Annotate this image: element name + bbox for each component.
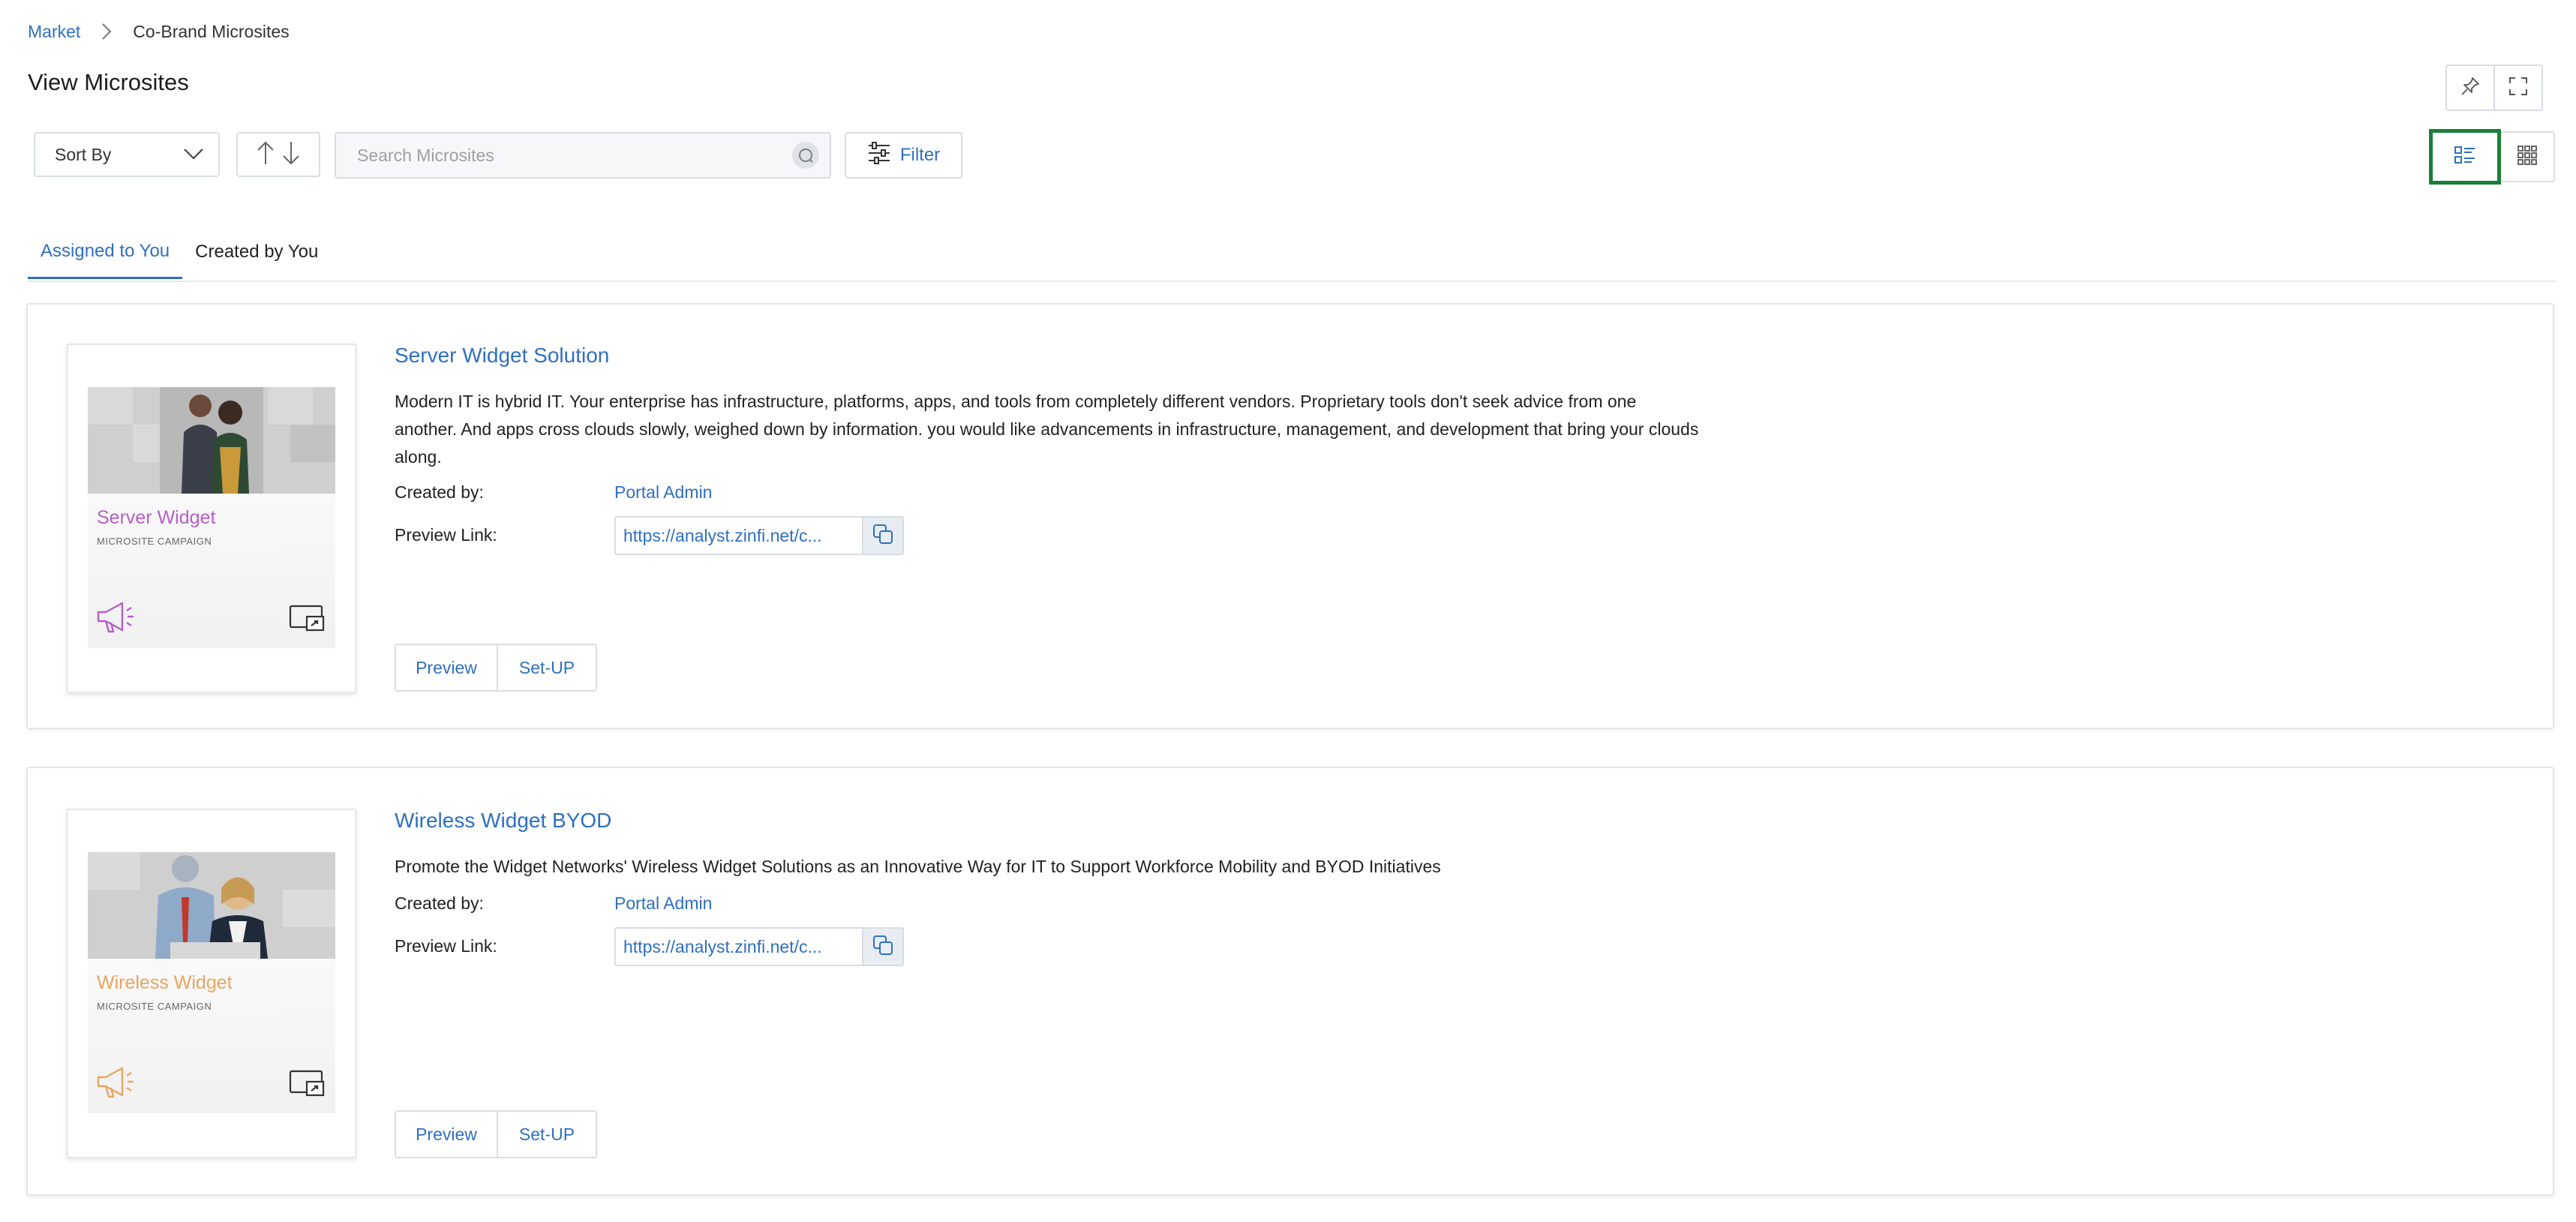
filter-button[interactable]: Filter (845, 132, 962, 179)
microsite-title[interactable]: Wireless Widget BYOD (395, 809, 611, 833)
copy-link-button[interactable] (862, 518, 902, 554)
page-actions (2445, 65, 2543, 111)
sort-by-select[interactable]: Sort By (34, 132, 220, 177)
microsite-thumbnail[interactable]: Server Widget MICROSITE CAMPAIGN (67, 344, 356, 693)
microsite-card: Wireless Widget MICROSITE CAMPAIGN Wirel… (26, 767, 2554, 1196)
page-title: View Microsites (28, 69, 189, 95)
chevron-down-icon (182, 145, 205, 165)
preview-link-label: Preview Link: (395, 525, 497, 545)
microsite-description: Modern IT is hybrid IT. Your enterprise … (395, 392, 1699, 467)
preview-link-field: https://analyst.zinfi.net/c... (614, 927, 904, 966)
grid-view-button[interactable] (2501, 131, 2555, 182)
tab-assigned-to-you[interactable]: Assigned to You (28, 225, 183, 279)
thumbnail-title: Wireless Widget (97, 972, 233, 993)
screen-share-icon (289, 1070, 326, 1102)
megaphone-icon (95, 1065, 137, 1103)
sort-order-toggle[interactable] (236, 132, 320, 177)
copy-icon (872, 934, 894, 960)
thumbnail-subtitle: MICROSITE CAMPAIGN (97, 1001, 212, 1012)
thumbnail-title: Server Widget (97, 507, 216, 528)
setup-button[interactable]: Set-UP (497, 645, 596, 690)
microsite-actions: Preview Set-UP (395, 644, 597, 692)
megaphone-icon (95, 600, 137, 638)
view-toggle (2429, 129, 2555, 185)
list-view-button[interactable] (2429, 129, 2501, 185)
pin-button[interactable] (2447, 66, 2493, 110)
fullscreen-icon (2508, 76, 2529, 101)
screen-share-icon (289, 605, 326, 637)
preview-link-field: https://analyst.zinfi.net/c... (614, 516, 904, 555)
list-view-icon (2454, 145, 2476, 170)
preview-button[interactable]: Preview (396, 645, 497, 690)
setup-button[interactable]: Set-UP (497, 1112, 596, 1157)
tab-created-by-you[interactable]: Created by You (182, 225, 331, 279)
microsite-thumbnail[interactable]: Wireless Widget MICROSITE CAMPAIGN (67, 809, 356, 1158)
copy-icon (872, 523, 894, 549)
created-by-label: Created by: (395, 893, 484, 913)
microsite-description: Promote the Widget Networks' Wireless Wi… (395, 857, 1441, 876)
filter-label: Filter (899, 145, 941, 165)
search-input[interactable] (356, 144, 792, 167)
grid-view-icon (2517, 145, 2538, 170)
breadcrumb-current: Co-Brand Microsites (133, 21, 290, 41)
search-box (335, 132, 831, 179)
thumbnail-photo (88, 852, 335, 959)
breadcrumb-market-link[interactable]: Market (28, 22, 80, 42)
pin-icon (2460, 76, 2481, 101)
created-by-value[interactable]: Portal Admin (614, 893, 712, 914)
breadcrumb: Market Co-Brand Microsites (28, 20, 290, 44)
fullscreen-button[interactable] (2493, 66, 2541, 110)
thumbnail-photo (88, 387, 335, 494)
microsite-actions: Preview Set-UP (395, 1110, 597, 1158)
microsite-title[interactable]: Server Widget Solution (395, 344, 609, 368)
filter-sliders-icon (867, 141, 891, 170)
preview-link-value[interactable]: https://analyst.zinfi.net/c... (616, 526, 862, 546)
preview-link-value[interactable]: https://analyst.zinfi.net/c... (616, 937, 862, 957)
sort-asc-icon[interactable] (256, 140, 275, 170)
created-by-value[interactable]: Portal Admin (614, 482, 712, 503)
microsite-card: Server Widget MICROSITE CAMPAIGN Server … (26, 303, 2554, 729)
preview-link-label: Preview Link: (395, 936, 497, 956)
thumbnail-subtitle: MICROSITE CAMPAIGN (97, 536, 212, 547)
chevron-right-icon (94, 20, 119, 44)
tab-bar: Assigned to You Created by You (28, 225, 2556, 282)
copy-link-button[interactable] (862, 929, 902, 965)
sort-by-label: Sort By (55, 144, 112, 164)
sort-desc-icon[interactable] (281, 140, 301, 170)
created-by-label: Created by: (395, 482, 484, 502)
preview-button[interactable]: Preview (396, 1112, 497, 1157)
search-icon[interactable] (792, 142, 819, 169)
